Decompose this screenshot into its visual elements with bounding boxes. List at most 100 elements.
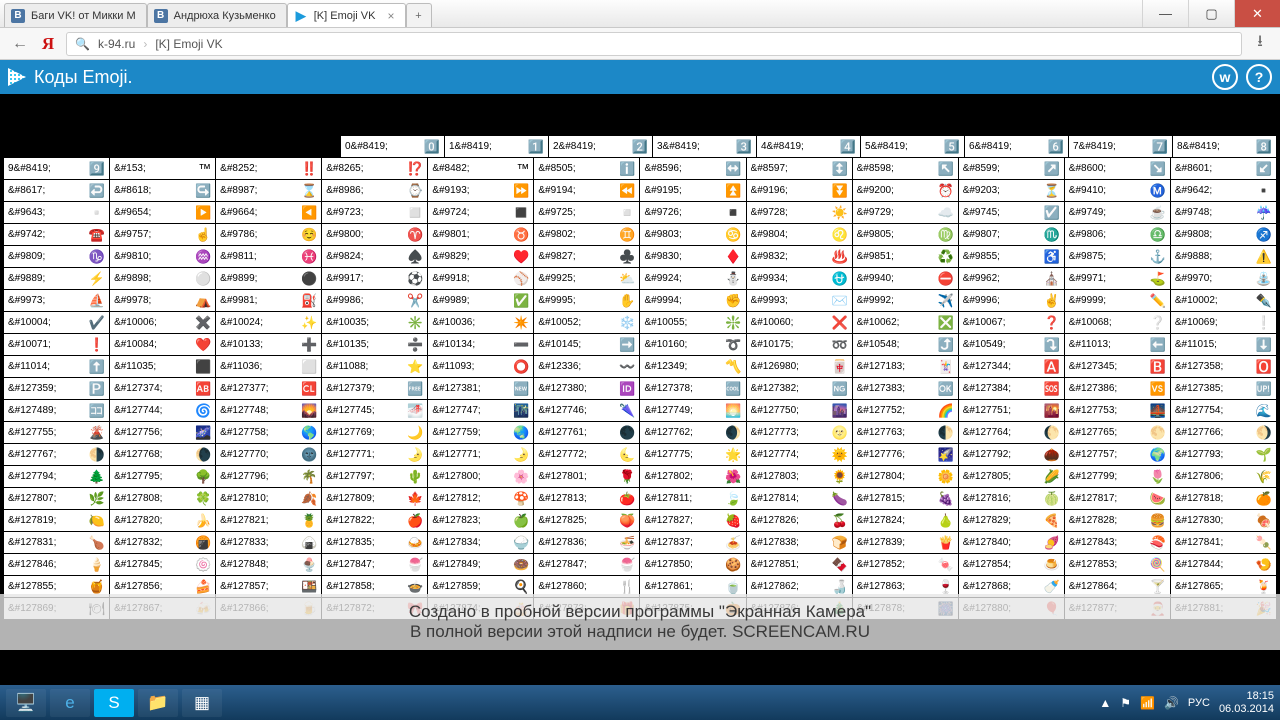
emoji-cell[interactable]: 8&#8419;8️⃣ <box>1173 136 1276 157</box>
emoji-cell[interactable]: &#127841;🍡 <box>1171 532 1276 553</box>
emoji-cell[interactable]: &#9726;◾ <box>640 202 745 223</box>
emoji-cell[interactable]: &#127829;🍕 <box>959 510 1064 531</box>
emoji-cell[interactable]: &#9808;♐ <box>1171 224 1276 245</box>
flag-icon[interactable]: ⚑ <box>1120 696 1131 710</box>
emoji-cell[interactable]: &#127857;🍱 <box>216 576 321 597</box>
emoji-cell[interactable]: &#127855;🍯 <box>4 576 109 597</box>
emoji-cell[interactable]: &#127810;🍂 <box>216 488 321 509</box>
emoji-cell[interactable]: &#9832;♨️ <box>747 246 852 267</box>
emoji-cell[interactable]: &#127382;🆖 <box>747 378 852 399</box>
emoji-cell[interactable]: &#10024;✨ <box>216 312 321 333</box>
emoji-cell[interactable]: &#127802;🌺 <box>640 466 745 487</box>
maximize-button[interactable]: ▢ <box>1188 0 1234 27</box>
tab-1[interactable]: BБаги VK! от Микки М <box>4 3 147 27</box>
emoji-cell[interactable]: &#127846;🍦 <box>4 554 109 575</box>
emoji-cell[interactable]: &#11035;⬛ <box>110 356 215 377</box>
emoji-cell[interactable]: &#10071;❗ <box>4 334 109 355</box>
emoji-cell[interactable]: &#8617;↩️ <box>4 180 109 201</box>
emoji-cell[interactable]: &#9804;♌ <box>747 224 852 245</box>
emoji-cell[interactable]: &#8505;ℹ️ <box>534 158 639 179</box>
emoji-cell[interactable]: 6&#8419;6️⃣ <box>965 136 1068 157</box>
explorer-icon[interactable]: 📁 <box>138 689 178 717</box>
emoji-cell[interactable]: &#9193;⏩ <box>428 180 533 201</box>
skype-icon[interactable]: S <box>94 689 134 717</box>
emoji-cell[interactable]: &#127744;🌀 <box>110 400 215 421</box>
emoji-cell[interactable]: &#10145;➡️ <box>534 334 639 355</box>
emoji-cell[interactable]: &#127831;🍗 <box>4 532 109 553</box>
ie-icon[interactable]: e <box>50 689 90 717</box>
emoji-cell[interactable]: &#127872;🎀 <box>322 598 427 619</box>
emoji-cell[interactable]: &#12349;〽️ <box>640 356 745 377</box>
emoji-cell[interactable]: &#10548;⤴️ <box>853 334 958 355</box>
emoji-cell[interactable]: &#11015;⬇️ <box>1171 334 1276 355</box>
emoji-cell[interactable]: &#9810;♒ <box>110 246 215 267</box>
emoji-cell[interactable]: &#127381;🆕 <box>428 378 533 399</box>
emoji-cell[interactable]: &#127775;🌟 <box>640 444 745 465</box>
emoji-cell[interactable]: &#9200;⏰ <box>853 180 958 201</box>
emoji-cell[interactable]: &#127861;🍵 <box>640 576 745 597</box>
emoji-cell[interactable]: &#9729;☁️ <box>853 202 958 223</box>
emoji-cell[interactable]: &#127813;🍅 <box>534 488 639 509</box>
emoji-cell[interactable]: &#10067;❓ <box>959 312 1064 333</box>
emoji-cell[interactable]: &#9999;✏️ <box>1065 290 1170 311</box>
emoji-cell[interactable]: &#127860;🍴 <box>534 576 639 597</box>
emoji-cell[interactable]: &#127773;🌝 <box>747 422 852 443</box>
emoji-cell[interactable]: &#9803;♋ <box>640 224 745 245</box>
emoji-cell[interactable]: &#127797;🌵 <box>322 466 427 487</box>
app-icon[interactable]: ▦ <box>182 689 222 717</box>
emoji-cell[interactable]: &#8986;⌚ <box>322 180 427 201</box>
emoji-cell[interactable]: &#10004;✔️ <box>4 312 109 333</box>
emoji-cell[interactable]: &#127761;🌑 <box>534 422 639 443</box>
emoji-cell[interactable]: 4&#8419;4️⃣ <box>757 136 860 157</box>
emoji-cell[interactable]: &#9996;✌️ <box>959 290 1064 311</box>
emoji-cell[interactable]: &#127383;🆗 <box>853 378 958 399</box>
emoji-cell[interactable]: &#9806;♎ <box>1065 224 1170 245</box>
emoji-cell[interactable]: &#127837;🍝 <box>640 532 745 553</box>
tray-up-icon[interactable]: ▲ <box>1099 696 1111 710</box>
emoji-cell[interactable]: &#11014;⬆️ <box>4 356 109 377</box>
emoji-cell[interactable]: &#10006;✖️ <box>110 312 215 333</box>
emoji-cell[interactable]: &#127380;🆔 <box>534 378 639 399</box>
emoji-cell[interactable]: &#127832;🍘 <box>110 532 215 553</box>
emoji-cell[interactable]: &#127359;🅿️ <box>4 378 109 399</box>
emoji-cell[interactable]: &#127808;🍀 <box>110 488 215 509</box>
emoji-cell[interactable]: &#10134;➖ <box>428 334 533 355</box>
emoji-cell[interactable]: &#127863;🍷 <box>853 576 958 597</box>
emoji-cell[interactable]: &#127769;🌙 <box>322 422 427 443</box>
emoji-cell[interactable]: &#127844;🍤 <box>1171 554 1276 575</box>
emoji-cell[interactable]: &#9889;⚡ <box>4 268 109 289</box>
emoji-cell[interactable]: &#9728;☀️ <box>747 202 852 223</box>
emoji-cell[interactable]: &#9978;⛺ <box>110 290 215 311</box>
emoji-cell[interactable]: &#127839;🍟 <box>853 532 958 553</box>
emoji-cell[interactable]: &#127864;🍸 <box>1065 576 1170 597</box>
emoji-cell[interactable]: &#11093;⭕ <box>428 356 533 377</box>
emoji-cell[interactable]: &#127385;🆙 <box>1171 378 1276 399</box>
emoji-cell[interactable]: &#9757;☝️ <box>110 224 215 245</box>
emoji-cell[interactable]: &#127812;🍄 <box>428 488 533 509</box>
emoji-cell[interactable]: &#8618;↪️ <box>110 180 215 201</box>
emoji-cell[interactable]: &#10084;❤️ <box>110 334 215 355</box>
emoji-cell[interactable]: &#127828;🍔 <box>1065 510 1170 531</box>
emoji-cell[interactable]: &#127821;🍍 <box>216 510 321 531</box>
emoji-cell[interactable]: &#9745;☑️ <box>959 202 1064 223</box>
emoji-cell[interactable]: &#9992;✈️ <box>853 290 958 311</box>
emoji-cell[interactable]: &#9830;♦️ <box>640 246 745 267</box>
emoji-cell[interactable]: &#10055;❇️ <box>640 312 745 333</box>
emoji-cell[interactable]: &#9800;♈ <box>322 224 427 245</box>
emoji-cell[interactable]: &#127767;🌗 <box>4 444 109 465</box>
emoji-cell[interactable]: &#8482;™ <box>428 158 533 179</box>
emoji-cell[interactable]: &#127819;🍋 <box>4 510 109 531</box>
emoji-cell[interactable]: &#127747;🌃 <box>428 400 533 421</box>
emoji-cell[interactable]: &#9805;♍ <box>853 224 958 245</box>
network-icon[interactable]: 📶 <box>1140 696 1155 710</box>
emoji-cell[interactable]: &#127776;🌠 <box>853 444 958 465</box>
emoji-cell[interactable]: &#127867;🍻 <box>110 598 215 619</box>
emoji-cell[interactable]: &#10060;❌ <box>747 312 852 333</box>
emoji-cell[interactable]: &#127826;🍒 <box>747 510 852 531</box>
emoji-cell[interactable]: &#10175;➿ <box>747 334 852 355</box>
emoji-cell[interactable]: &#127847;🍧 <box>322 554 427 575</box>
emoji-cell[interactable]: &#127771;🌛 <box>428 444 533 465</box>
emoji-cell[interactable]: &#9934;⛎ <box>747 268 852 289</box>
emoji-cell[interactable]: &#127751;🌇 <box>959 400 1064 421</box>
emoji-cell[interactable]: &#11088;⭐ <box>322 356 427 377</box>
